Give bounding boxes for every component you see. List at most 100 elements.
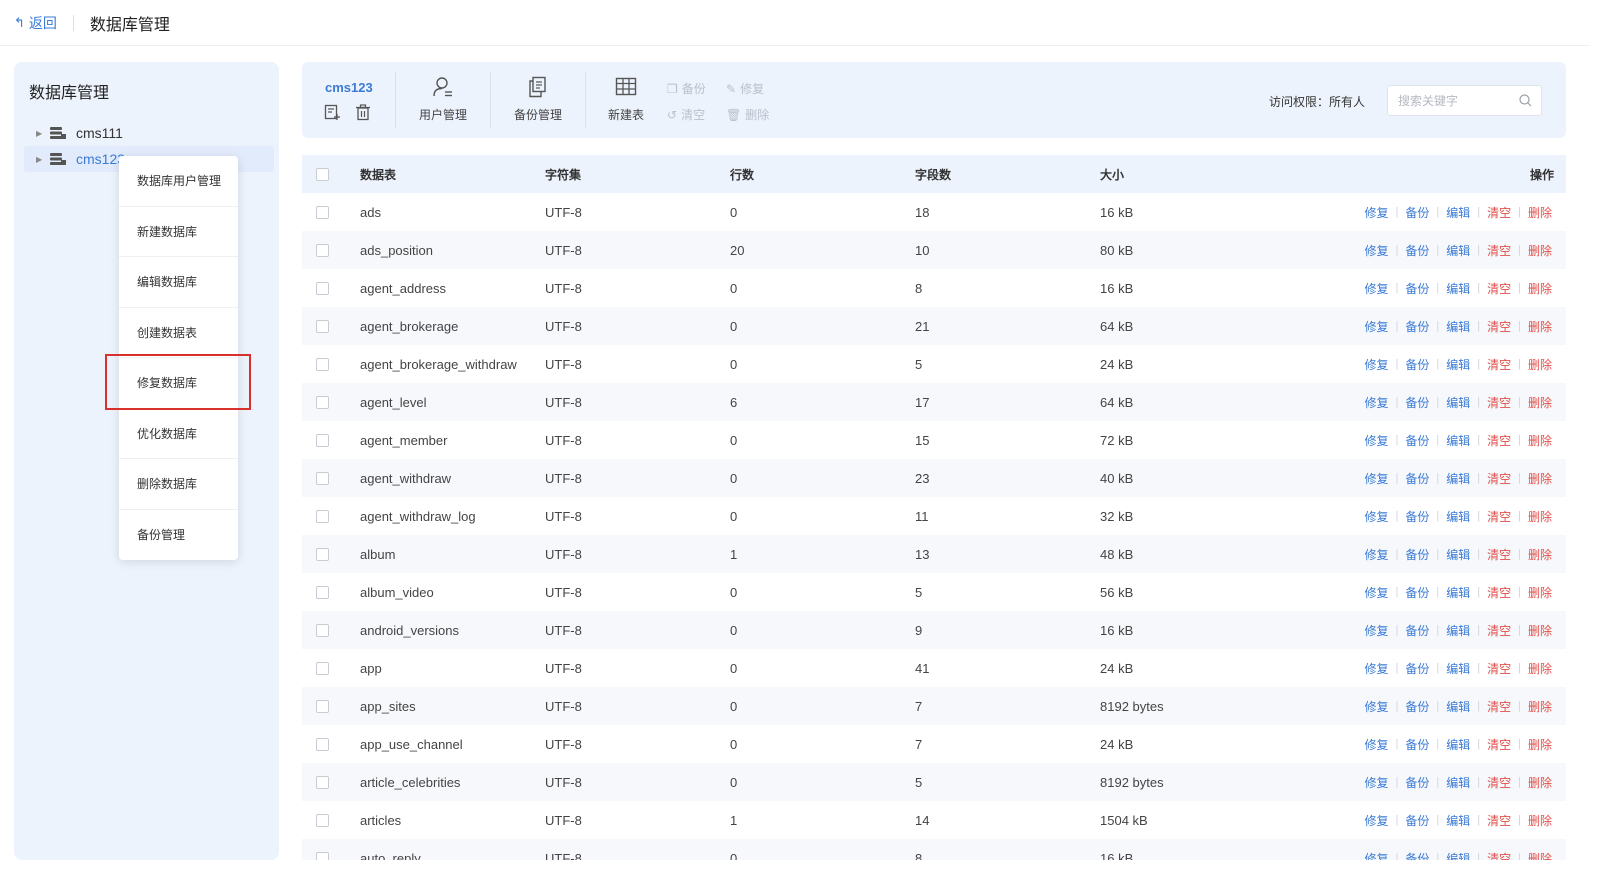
row-checkbox[interactable]	[316, 813, 329, 827]
caret-right-icon[interactable]: ▶	[36, 129, 50, 138]
op-backup-link[interactable]: 备份	[1405, 394, 1429, 411]
backup-button-disabled[interactable]: ❐ 备份	[667, 80, 706, 97]
op-edit-link[interactable]: 编辑	[1446, 850, 1470, 861]
row-checkbox[interactable]	[316, 737, 329, 751]
caret-right-icon[interactable]: ▶	[36, 155, 50, 164]
op-repair-link[interactable]: 修复	[1364, 774, 1388, 791]
row-checkbox[interactable]	[316, 433, 329, 447]
op-delete-link[interactable]: 删除	[1528, 622, 1552, 639]
row-checkbox[interactable]	[316, 585, 329, 599]
op-backup-link[interactable]: 备份	[1405, 242, 1429, 259]
clear-button-disabled[interactable]: ↺ 清空	[667, 106, 705, 123]
tree-item-cms123[interactable]: ▶ cms123	[36, 148, 125, 170]
op-clear-link[interactable]: 清空	[1487, 584, 1511, 601]
op-backup-link[interactable]: 备份	[1405, 774, 1429, 791]
row-checkbox[interactable]	[316, 471, 329, 485]
op-delete-link[interactable]: 删除	[1528, 470, 1552, 487]
op-edit-link[interactable]: 编辑	[1446, 394, 1470, 411]
op-clear-link[interactable]: 清空	[1487, 660, 1511, 677]
op-backup-link[interactable]: 备份	[1405, 280, 1429, 297]
op-repair-link[interactable]: 修复	[1364, 280, 1388, 297]
row-checkbox[interactable]	[316, 851, 329, 860]
op-clear-link[interactable]: 清空	[1487, 622, 1511, 639]
row-checkbox[interactable]	[316, 661, 329, 675]
op-delete-link[interactable]: 删除	[1528, 660, 1552, 677]
op-edit-link[interactable]: 编辑	[1446, 280, 1470, 297]
tree-item-cms111[interactable]: ▶ cms111	[36, 122, 123, 144]
op-repair-link[interactable]: 修复	[1364, 736, 1388, 753]
row-checkbox[interactable]	[316, 205, 329, 219]
search-box[interactable]	[1387, 85, 1542, 116]
op-delete-link[interactable]: 删除	[1528, 356, 1552, 373]
op-clear-link[interactable]: 清空	[1487, 774, 1511, 791]
op-delete-link[interactable]: 删除	[1528, 546, 1552, 563]
op-delete-link[interactable]: 删除	[1528, 850, 1552, 861]
op-repair-link[interactable]: 修复	[1364, 508, 1388, 525]
menu-item-delete-db[interactable]: 删除数据库	[119, 459, 238, 510]
op-delete-link[interactable]: 删除	[1528, 812, 1552, 829]
op-repair-link[interactable]: 修复	[1364, 242, 1388, 259]
menu-item-new-db[interactable]: 新建数据库	[119, 207, 238, 257]
row-checkbox[interactable]	[316, 243, 329, 257]
op-backup-link[interactable]: 备份	[1405, 546, 1429, 563]
delete-button-disabled[interactable]: 🗑︎ 删除	[726, 106, 769, 123]
op-repair-link[interactable]: 修复	[1364, 432, 1388, 449]
op-repair-link[interactable]: 修复	[1364, 546, 1388, 563]
op-delete-link[interactable]: 删除	[1528, 280, 1552, 297]
op-delete-link[interactable]: 删除	[1528, 584, 1552, 601]
op-repair-link[interactable]: 修复	[1364, 812, 1388, 829]
op-clear-link[interactable]: 清空	[1487, 432, 1511, 449]
op-delete-link[interactable]: 删除	[1528, 394, 1552, 411]
op-edit-link[interactable]: 编辑	[1446, 546, 1470, 563]
op-edit-link[interactable]: 编辑	[1446, 660, 1470, 677]
op-repair-link[interactable]: 修复	[1364, 622, 1388, 639]
op-backup-link[interactable]: 备份	[1405, 660, 1429, 677]
menu-item-create-table[interactable]: 创建数据表	[119, 308, 238, 358]
user-mgmt-button[interactable]: 用户管理	[419, 76, 467, 123]
row-checkbox[interactable]	[316, 357, 329, 371]
row-checkbox[interactable]	[316, 395, 329, 409]
op-backup-link[interactable]: 备份	[1405, 812, 1429, 829]
op-repair-link[interactable]: 修复	[1364, 660, 1388, 677]
op-edit-link[interactable]: 编辑	[1446, 698, 1470, 715]
op-repair-link[interactable]: 修复	[1364, 470, 1388, 487]
op-clear-link[interactable]: 清空	[1487, 508, 1511, 525]
row-checkbox[interactable]	[316, 699, 329, 713]
repair-button-disabled[interactable]: ✎ 修复	[726, 80, 764, 97]
op-backup-link[interactable]: 备份	[1405, 508, 1429, 525]
op-edit-link[interactable]: 编辑	[1446, 584, 1470, 601]
op-edit-link[interactable]: 编辑	[1446, 812, 1470, 829]
search-input[interactable]	[1388, 86, 1508, 115]
op-clear-link[interactable]: 清空	[1487, 242, 1511, 259]
op-delete-link[interactable]: 删除	[1528, 698, 1552, 715]
op-backup-link[interactable]: 备份	[1405, 736, 1429, 753]
op-clear-link[interactable]: 清空	[1487, 736, 1511, 753]
op-repair-link[interactable]: 修复	[1364, 850, 1388, 861]
op-backup-link[interactable]: 备份	[1405, 356, 1429, 373]
row-checkbox[interactable]	[316, 281, 329, 295]
op-repair-link[interactable]: 修复	[1364, 318, 1388, 335]
op-clear-link[interactable]: 清空	[1487, 318, 1511, 335]
op-backup-link[interactable]: 备份	[1405, 850, 1429, 861]
backup-mgmt-button[interactable]: 备份管理	[514, 76, 562, 123]
row-checkbox[interactable]	[316, 623, 329, 637]
row-checkbox[interactable]	[316, 775, 329, 789]
op-delete-link[interactable]: 删除	[1528, 774, 1552, 791]
new-table-button[interactable]: 新建表	[608, 76, 644, 123]
op-clear-link[interactable]: 清空	[1487, 850, 1511, 861]
menu-item-edit-db[interactable]: 编辑数据库	[119, 257, 238, 308]
new-database-icon[interactable]	[324, 104, 341, 121]
op-edit-link[interactable]: 编辑	[1446, 242, 1470, 259]
op-repair-link[interactable]: 修复	[1364, 584, 1388, 601]
op-backup-link[interactable]: 备份	[1405, 204, 1429, 221]
op-backup-link[interactable]: 备份	[1405, 432, 1429, 449]
op-edit-link[interactable]: 编辑	[1446, 622, 1470, 639]
back-button[interactable]: ↰ 返回	[14, 13, 57, 33]
op-delete-link[interactable]: 删除	[1528, 432, 1552, 449]
op-edit-link[interactable]: 编辑	[1446, 736, 1470, 753]
menu-item-optimize-db[interactable]: 优化数据库	[119, 409, 238, 459]
op-edit-link[interactable]: 编辑	[1446, 774, 1470, 791]
op-repair-link[interactable]: 修复	[1364, 204, 1388, 221]
menu-item-backup-mgmt[interactable]: 备份管理	[119, 510, 238, 561]
op-backup-link[interactable]: 备份	[1405, 470, 1429, 487]
